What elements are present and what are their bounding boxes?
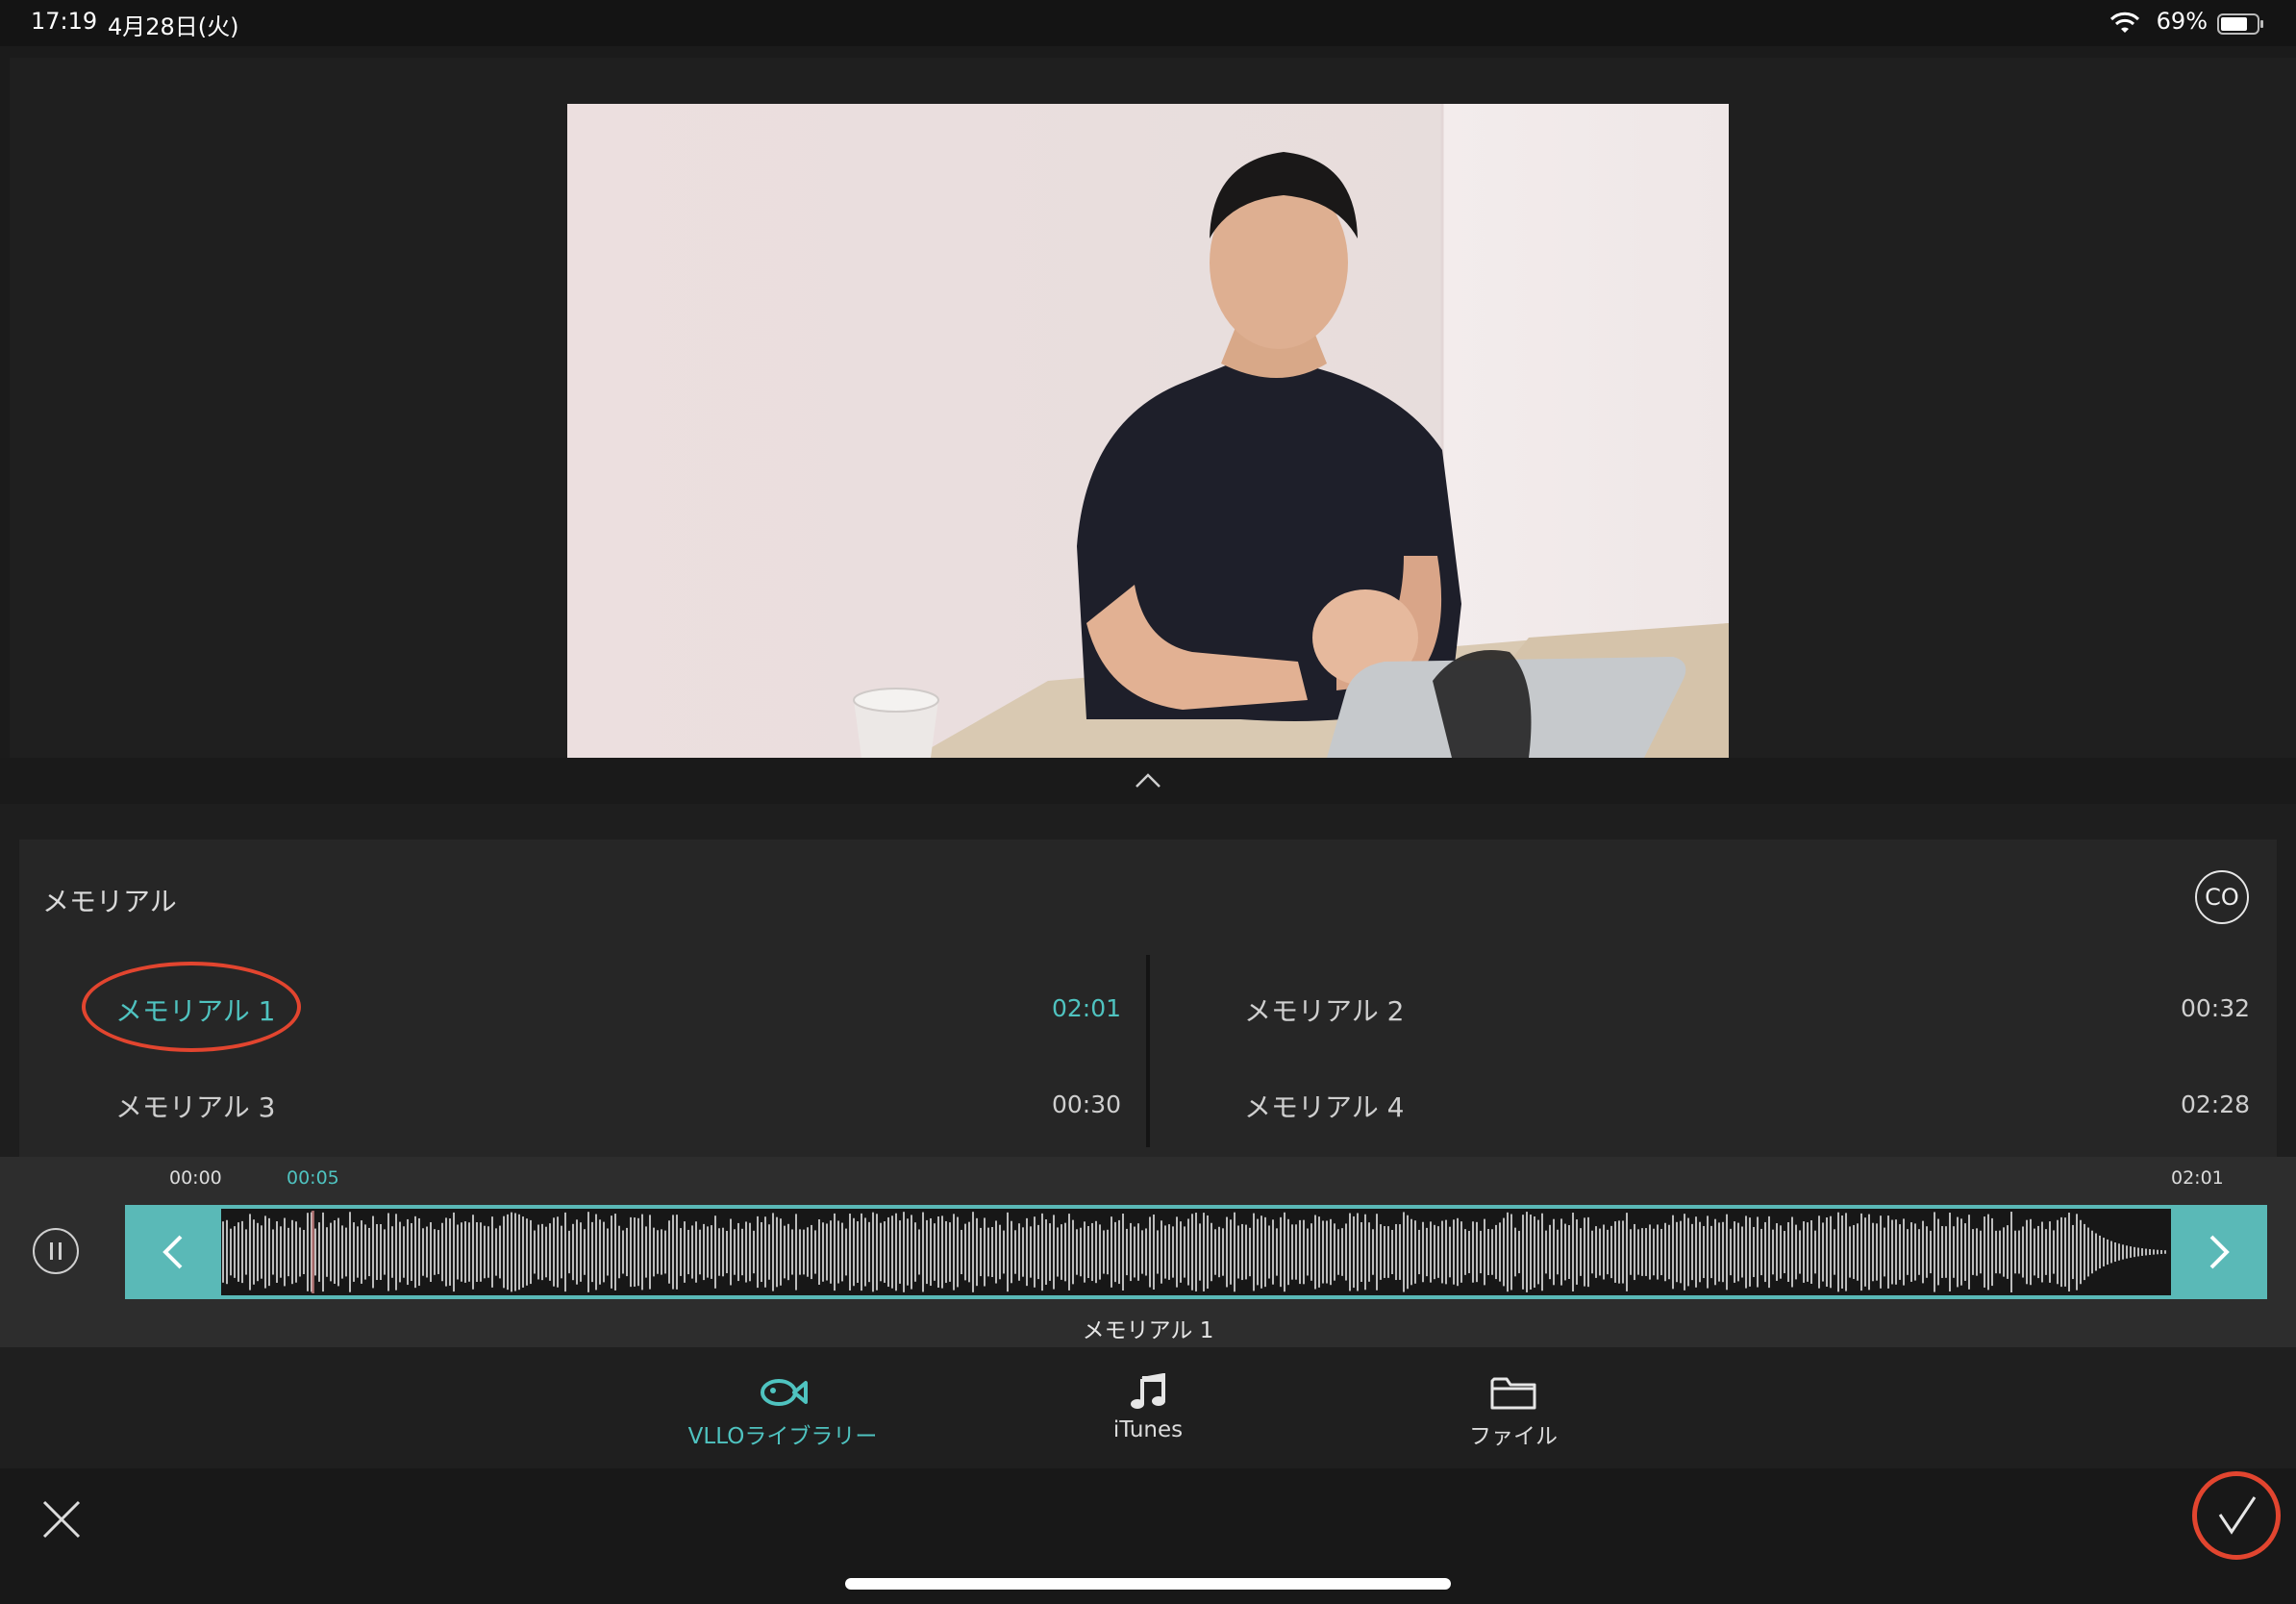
track-item-2-name[interactable]: メモリアル 2: [1244, 990, 1404, 1029]
wifi-icon: [2109, 12, 2140, 33]
annotation-circle: [82, 962, 301, 1052]
track-item-1-duration: 02:01: [1052, 994, 1122, 1022]
chevron-left-icon[interactable]: [154, 1231, 192, 1273]
track-item-3-duration: 00:30: [1052, 1090, 1122, 1118]
time-current-label: 00:05: [287, 1167, 339, 1189]
video-frame-image: [567, 104, 1729, 758]
pause-icon-bar-left: [50, 1242, 53, 1260]
tab-vllo-library[interactable]: VLLOライブラリー: [658, 1373, 908, 1450]
co-badge-label: CO: [2205, 884, 2239, 911]
video-preview[interactable]: [567, 104, 1729, 758]
battery-icon: [2217, 13, 2263, 35]
time-start-label: 00:00: [169, 1167, 222, 1189]
track-item-4-name[interactable]: メモリアル 4: [1244, 1087, 1404, 1125]
status-time: 17:19: [31, 8, 98, 35]
waveform-graphic: [222, 1212, 2166, 1292]
tab-itunes[interactable]: iTunes: [1023, 1373, 1273, 1442]
chevron-right-icon[interactable]: [2200, 1231, 2238, 1273]
tab-files-label: ファイル: [1469, 1424, 1558, 1449]
category-title: メモリアル: [42, 886, 177, 917]
column-divider: [1146, 955, 1150, 1147]
fish-icon: [761, 1379, 808, 1406]
waveform-caption: メモリアル 1: [1082, 1318, 1214, 1343]
track-item-4-duration: 02:28: [2181, 1090, 2251, 1118]
track-item-3-name[interactable]: メモリアル 3: [115, 1087, 275, 1125]
tab-vllo-library-label: VLLOライブラリー: [687, 1424, 878, 1449]
pause-icon-bar-right: [59, 1242, 62, 1260]
check-icon: [2218, 1496, 2257, 1535]
status-date: 4月28日(火): [108, 13, 239, 40]
tab-itunes-label: iTunes: [1112, 1417, 1184, 1442]
playhead[interactable]: [312, 1211, 314, 1293]
chevron-up-icon[interactable]: [1135, 771, 1161, 789]
status-bar: [0, 0, 2296, 46]
confirm-button[interactable]: [2192, 1471, 2281, 1560]
co-badge-button[interactable]: CO: [2195, 870, 2249, 924]
tab-files[interactable]: ファイル: [1388, 1373, 1638, 1450]
time-end-label: 02:01: [2171, 1167, 2224, 1189]
folder-icon: [1490, 1377, 1536, 1410]
music-note-icon: [1131, 1373, 1165, 1409]
close-icon[interactable]: [38, 1496, 85, 1542]
battery-percentage: 69%: [2156, 8, 2208, 35]
home-indicator: [845, 1578, 1451, 1590]
track-item-2-duration: 00:32: [2181, 994, 2251, 1022]
pause-button[interactable]: [33, 1228, 79, 1274]
